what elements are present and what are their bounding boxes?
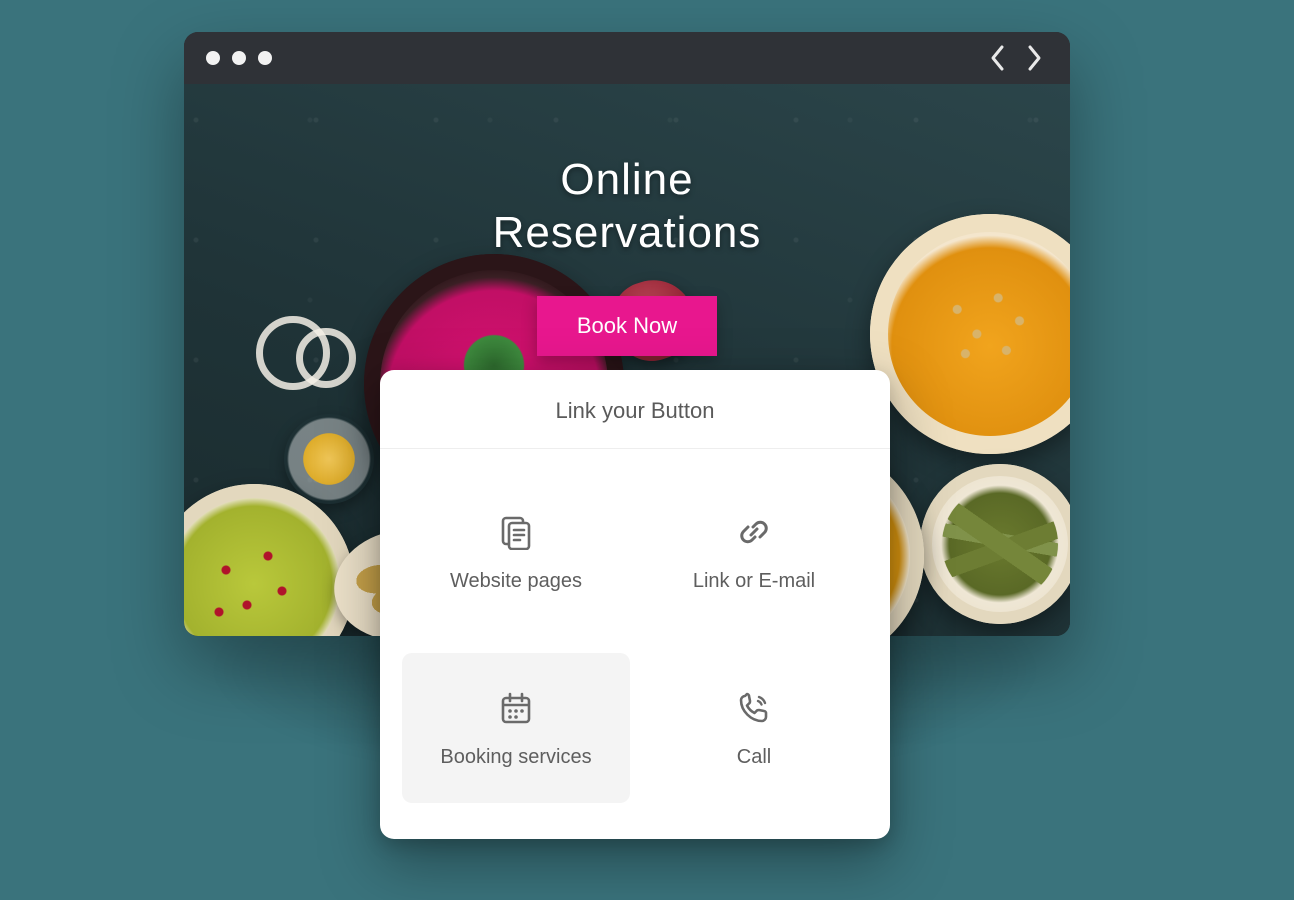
nav-back-button[interactable] xyxy=(984,44,1012,72)
pages-icon xyxy=(496,512,536,552)
nav-forward-button[interactable] xyxy=(1020,44,1048,72)
browser-title-bar xyxy=(184,32,1070,84)
option-label: Website pages xyxy=(450,570,582,593)
window-dot[interactable] xyxy=(232,51,246,65)
hero-decor-bowl xyxy=(920,464,1070,624)
nav-arrows xyxy=(984,44,1048,72)
option-label: Link or E-mail xyxy=(693,570,815,593)
calendar-icon xyxy=(496,688,536,728)
hero-decor-oil xyxy=(284,414,374,504)
hero-title-block: Online Reservations Book Now xyxy=(184,84,1070,356)
cta-label: Book Now xyxy=(577,313,677,339)
panel-options-grid: Website pages Link or E-mail xyxy=(380,449,890,839)
option-booking-services[interactable]: Booking services xyxy=(402,653,630,803)
option-label: Call xyxy=(737,746,771,769)
link-icon xyxy=(734,512,774,552)
option-website-pages[interactable]: Website pages xyxy=(402,477,630,627)
window-controls xyxy=(206,51,272,65)
option-link-email[interactable]: Link or E-mail xyxy=(640,477,868,627)
chevron-right-icon xyxy=(1025,44,1043,72)
link-button-panel: Link your Button Website pages xyxy=(380,370,890,839)
window-dot[interactable] xyxy=(206,51,220,65)
phone-icon xyxy=(734,688,774,728)
hero-title: Online Reservations xyxy=(184,154,1070,260)
window-dot[interactable] xyxy=(258,51,272,65)
book-now-button[interactable]: Book Now xyxy=(537,296,717,356)
hero-title-line2: Reservations xyxy=(493,208,762,257)
option-call[interactable]: Call xyxy=(640,653,868,803)
panel-title: Link your Button xyxy=(380,370,890,449)
option-label: Booking services xyxy=(440,746,591,769)
hero-title-line1: Online xyxy=(560,155,693,204)
chevron-left-icon xyxy=(989,44,1007,72)
